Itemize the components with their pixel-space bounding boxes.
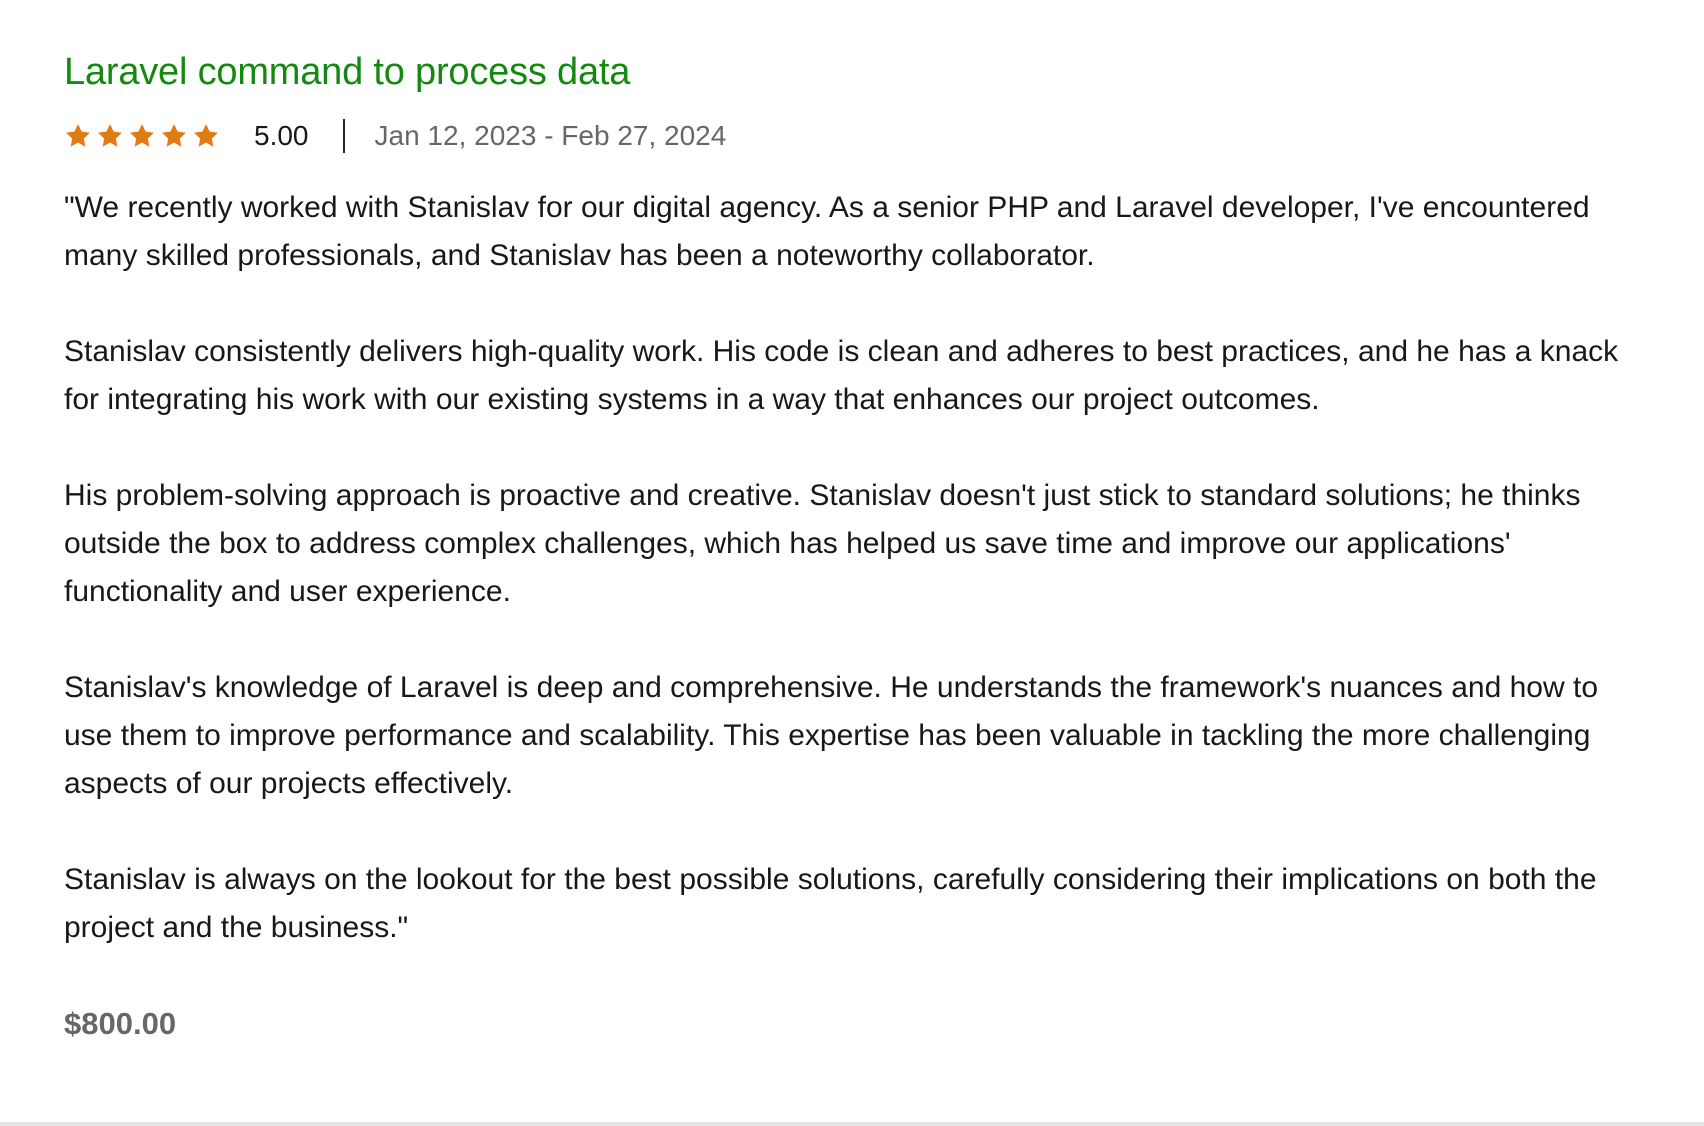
review-paragraph: His problem-solving approach is proactiv…: [64, 479, 1581, 608]
review-title[interactable]: Laravel command to process data: [64, 48, 1654, 96]
contract-price: $800.00: [64, 1006, 177, 1041]
review-card: Laravel command to process data 5.00 Jan…: [64, 0, 1654, 1048]
review-paragraph: Stanislav consistently delivers high-qua…: [64, 335, 1619, 416]
star-icon: [162, 124, 186, 147]
review-meta: 5.00 Jan 12, 2023 - Feb 27, 2024: [64, 118, 1654, 154]
review-paragraph: Stanislav is always on the lookout for t…: [64, 863, 1597, 944]
star-rating: [64, 122, 220, 150]
section-divider: [0, 1122, 1704, 1126]
review-paragraph: Stanislav's knowledge of Laravel is deep…: [64, 671, 1599, 800]
star-icon: [66, 124, 90, 147]
review-text: "We recently worked with Stanislav for o…: [64, 184, 1654, 952]
rating-value: 5.00: [254, 120, 309, 151]
star-icon: [98, 124, 122, 147]
meta-divider: [342, 119, 345, 153]
review-paragraph: "We recently worked with Stanislav for o…: [64, 191, 1590, 272]
star-icon: [130, 124, 154, 147]
star-icon: [194, 124, 218, 147]
date-range: Jan 12, 2023 - Feb 27, 2024: [374, 120, 727, 151]
